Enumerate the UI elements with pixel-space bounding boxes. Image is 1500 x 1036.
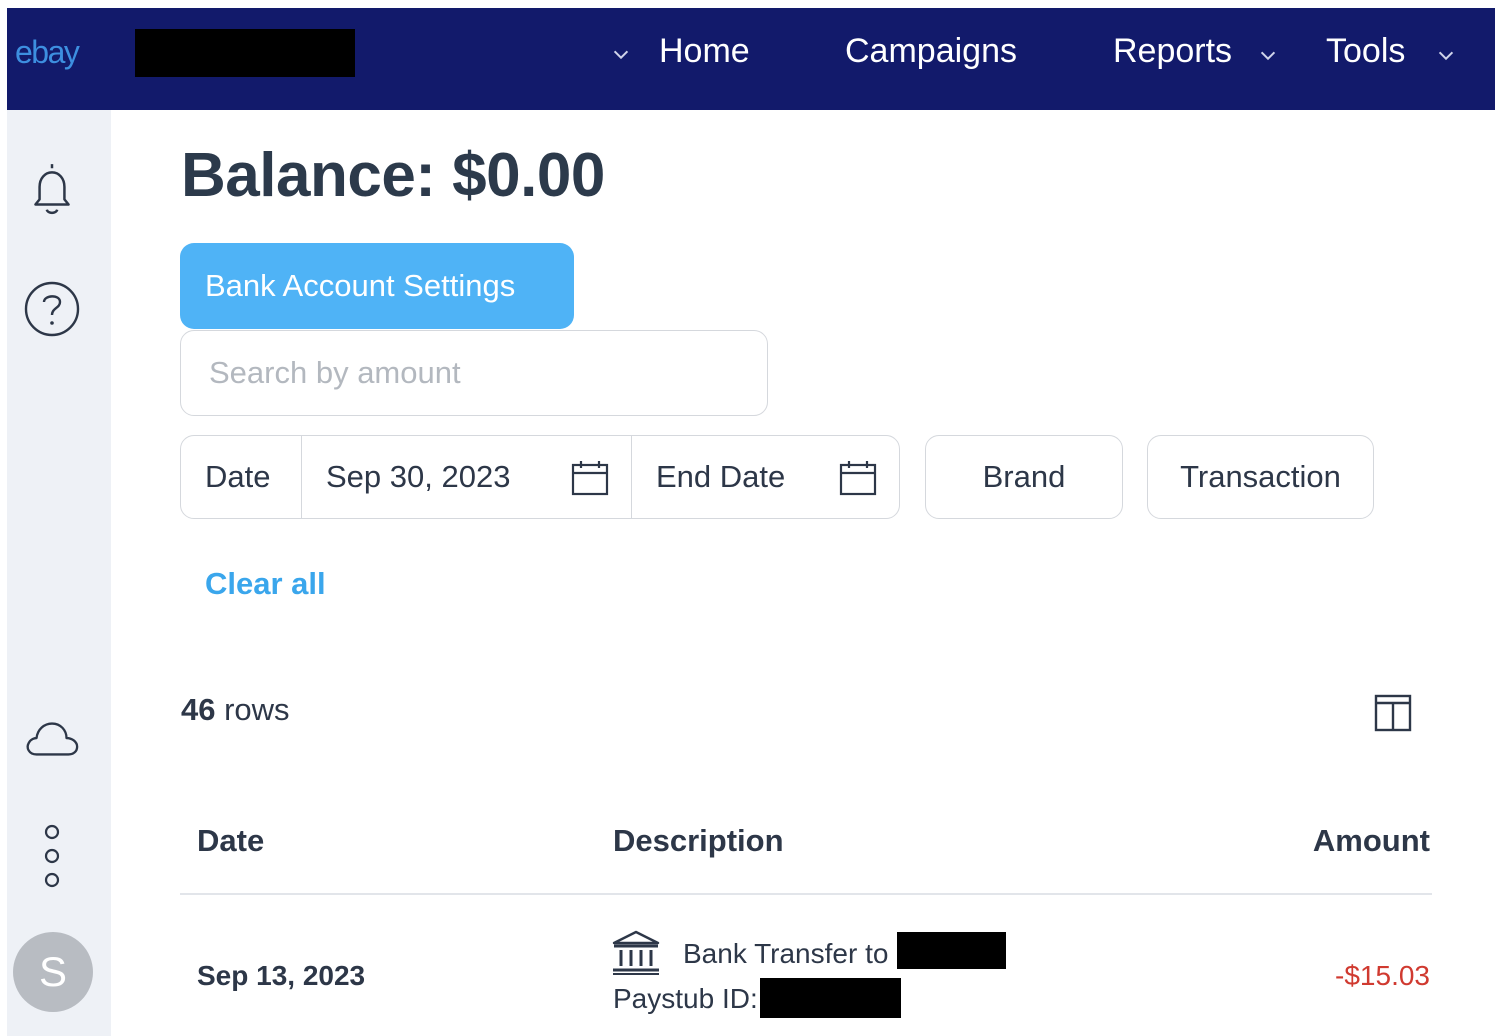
- redacted-account-name: [135, 29, 355, 77]
- table-header-amount[interactable]: Amount: [1313, 823, 1430, 859]
- rows-count-number: 46: [181, 692, 216, 727]
- calendar-icon[interactable]: [839, 460, 877, 496]
- rows-count: 46 rows: [181, 692, 290, 728]
- redacted-paystub-id: [760, 978, 901, 1018]
- rows-count-suffix: rows: [215, 692, 290, 727]
- columns-icon[interactable]: [1374, 694, 1412, 732]
- end-date-placeholder: End Date: [656, 459, 786, 494]
- row-amount: -$15.03: [1335, 960, 1430, 991]
- top-nav: ebay Home Campaigns Reports Tools: [7, 8, 1495, 110]
- avatar[interactable]: S: [13, 932, 93, 1012]
- clear-all-link[interactable]: Clear all: [205, 566, 326, 602]
- bell-icon[interactable]: [23, 160, 81, 218]
- row-date: Sep 13, 2023: [197, 960, 366, 991]
- ebay-logo[interactable]: ebay: [15, 34, 80, 71]
- search-amount-input[interactable]: [180, 330, 768, 416]
- more-vertical-icon[interactable]: [23, 824, 81, 888]
- row-description-line2: Paystub ID:: [613, 983, 758, 1014]
- balance-title: Balance: $0.00: [181, 141, 605, 210]
- account-chevron-down-icon[interactable]: [610, 44, 632, 66]
- redacted-recipient: [897, 932, 1006, 969]
- reports-chevron-down-icon[interactable]: [1257, 45, 1279, 67]
- left-sidebar: S: [7, 110, 111, 1036]
- table-header-description[interactable]: Description: [613, 823, 784, 859]
- row-description-line1: Bank Transfer to: [683, 938, 889, 969]
- nav-home[interactable]: Home: [659, 32, 750, 71]
- brand-filter-button[interactable]: Brand: [925, 435, 1123, 519]
- calendar-icon[interactable]: [571, 460, 609, 496]
- cloud-icon[interactable]: [23, 710, 81, 768]
- bank-account-settings-button[interactable]: Bank Account Settings: [180, 243, 574, 329]
- start-date-value: Sep 30, 2023: [326, 459, 511, 494]
- end-date-field[interactable]: End Date: [632, 436, 899, 518]
- date-range-filter: Date Sep 30, 2023 End Date: [180, 435, 900, 519]
- bank-icon: [611, 930, 661, 976]
- table-divider: [180, 893, 1432, 895]
- help-icon[interactable]: [23, 280, 81, 338]
- nav-campaigns[interactable]: Campaigns: [845, 32, 1017, 71]
- start-date-field[interactable]: Sep 30, 2023: [302, 436, 632, 518]
- date-filter-label: Date: [181, 436, 302, 518]
- transaction-filter-button[interactable]: Transaction: [1147, 435, 1374, 519]
- table-header-date[interactable]: Date: [197, 823, 264, 859]
- tools-chevron-down-icon[interactable]: [1435, 45, 1457, 67]
- nav-reports[interactable]: Reports: [1113, 32, 1232, 71]
- nav-tools[interactable]: Tools: [1326, 32, 1405, 71]
